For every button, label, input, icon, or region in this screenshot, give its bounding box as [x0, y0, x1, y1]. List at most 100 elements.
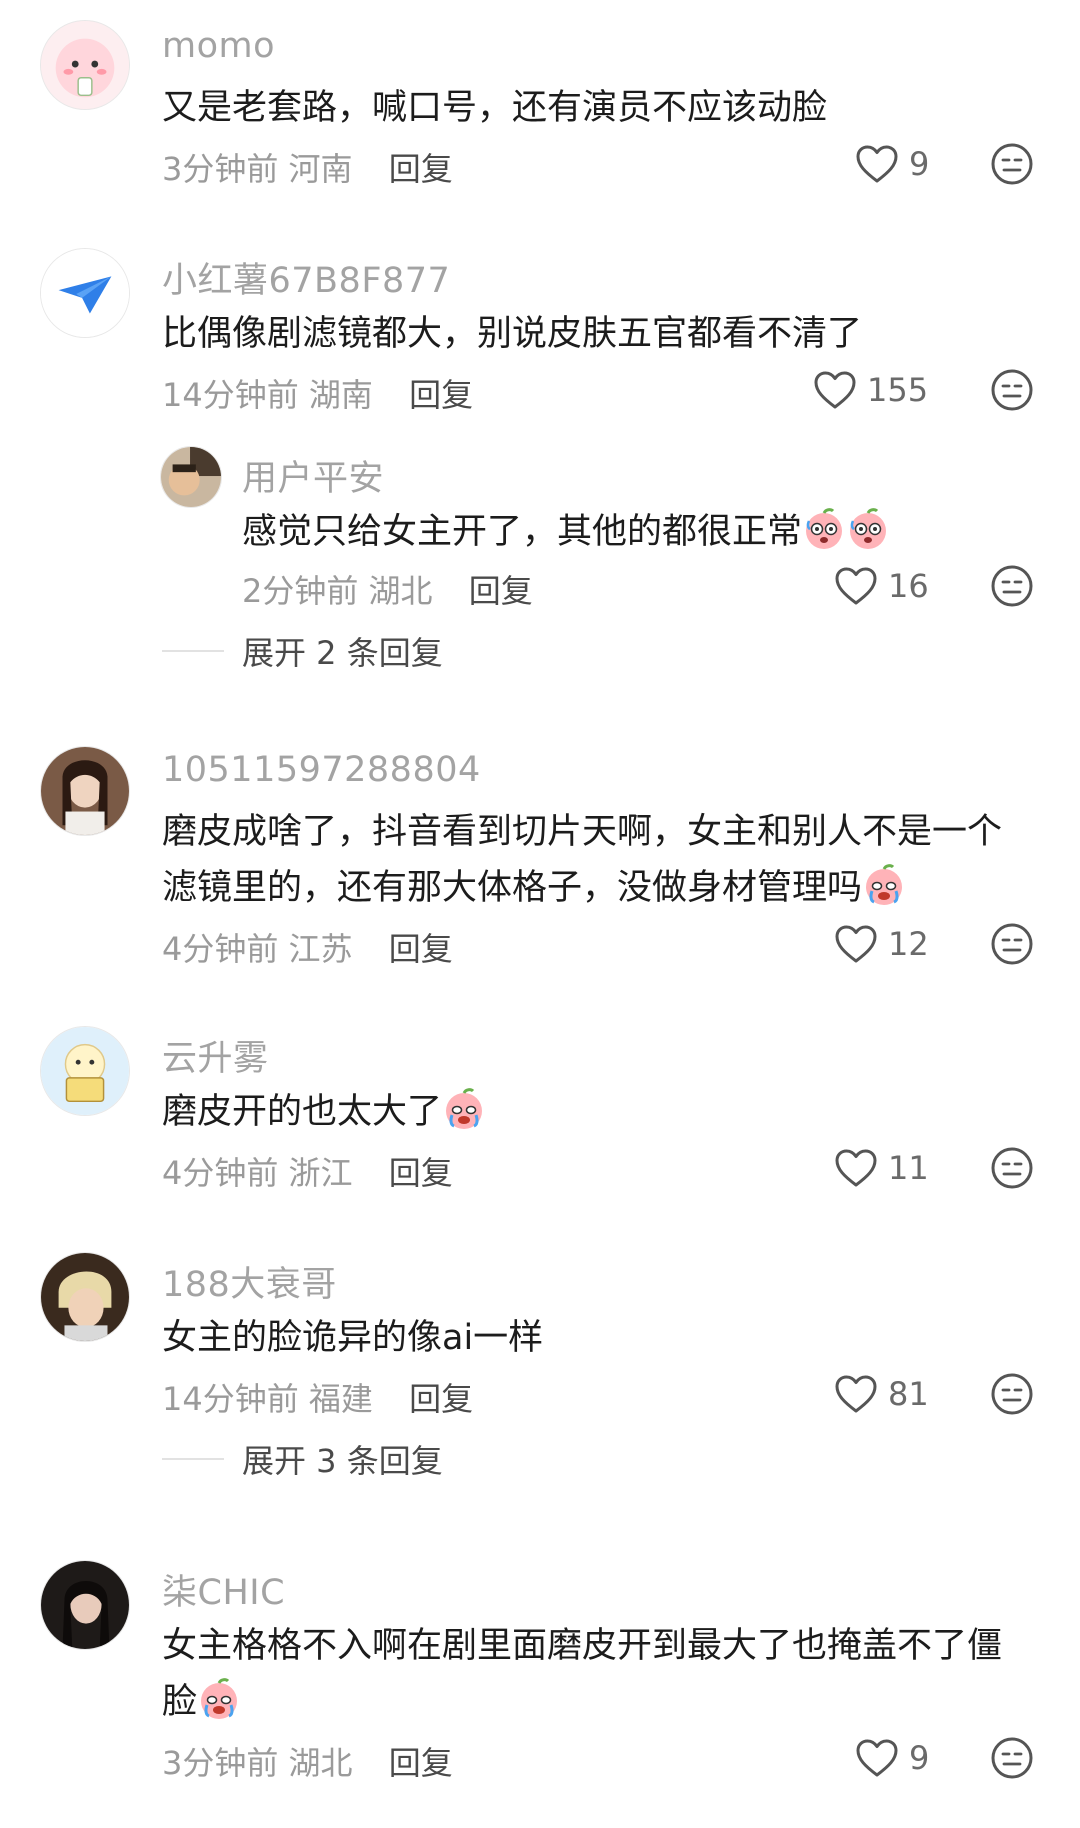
comment-text-line: 又是老套路，喊口号，还有演员不应该动脸	[162, 88, 828, 128]
neutral-face-icon[interactable]	[990, 1736, 1034, 1780]
like-count: 155	[867, 371, 929, 409]
avatar[interactable]	[40, 1252, 130, 1342]
reply-button[interactable]: 回复	[389, 930, 453, 968]
timestamp: 14分钟前	[162, 376, 299, 414]
like-button[interactable]: 16	[834, 564, 929, 608]
crying-peach-emoji	[862, 863, 906, 907]
username[interactable]: momo	[162, 26, 275, 66]
shocked-peach-emoji	[846, 507, 890, 551]
timestamp: 14分钟前	[162, 1380, 299, 1418]
avatar[interactable]	[40, 746, 130, 836]
username[interactable]: 小红薯67B8F877	[162, 252, 450, 303]
comment-text: 女主格格不入啊在剧里面磨皮开到最大了也掩盖不了僵 脸	[162, 1618, 1002, 1730]
photo-avatar	[161, 447, 221, 507]
like-button[interactable]: 11	[834, 1146, 929, 1190]
comment-text-line: 滤镜里的，还有那大体格子，没做身材管理吗	[162, 860, 1002, 916]
like-count: 9	[909, 145, 930, 183]
comment-meta: 2分钟前 湖北 回复	[242, 566, 533, 612]
like-count: 9	[909, 1739, 930, 1777]
comment-meta: 3分钟前 湖北 回复	[162, 1738, 453, 1784]
expand-replies-button[interactable]: 展开 3 条回复	[162, 1436, 443, 1482]
timestamp: 4分钟前	[162, 930, 279, 968]
avatar[interactable]	[40, 1560, 130, 1650]
avatar[interactable]	[40, 1026, 130, 1116]
reply-button[interactable]: 回复	[389, 1154, 453, 1192]
photo-avatar	[41, 747, 129, 835]
neutral-face-icon[interactable]	[990, 564, 1034, 608]
comment-meta: 4分钟前 江苏 回复	[162, 924, 453, 970]
comment-text-line: 磨皮开的也太大了	[162, 1092, 443, 1132]
divider	[162, 1458, 224, 1460]
comment-text: 女主的脸诡异的像ai一样	[162, 1310, 543, 1366]
username[interactable]: 用户平安	[242, 450, 384, 501]
like-count: 12	[888, 925, 929, 963]
comment-meta: 14分钟前 福建 回复	[162, 1374, 473, 1420]
comment-meta: 14分钟前 湖南 回复	[162, 370, 473, 416]
crying-peach-emoji	[197, 1677, 241, 1721]
username[interactable]: 10511597288804	[162, 750, 481, 790]
comment-meta: 4分钟前 浙江 回复	[162, 1148, 453, 1194]
location: 江苏	[288, 930, 353, 968]
comment-text: 磨皮开的也太大了	[162, 1084, 486, 1140]
like-button[interactable]: 81	[834, 1372, 929, 1416]
like-button[interactable]: 9	[855, 142, 929, 186]
location: 河南	[288, 150, 353, 188]
expand-replies-button[interactable]: 展开 2 条回复	[162, 628, 443, 674]
neutral-face-icon[interactable]	[990, 368, 1034, 412]
avatar[interactable]	[160, 446, 222, 508]
username[interactable]: 柒CHIC	[162, 1564, 285, 1615]
heart-outline-icon	[834, 1374, 878, 1414]
like-count: 16	[888, 567, 929, 605]
comment-text-line: 脸	[162, 1674, 1002, 1730]
like-count: 11	[888, 1149, 929, 1187]
timestamp: 3分钟前	[162, 150, 279, 188]
comment-text-line: 女主的脸诡异的像ai一样	[162, 1318, 544, 1358]
comment-text-line: 女主格格不入啊在剧里面磨皮开到最大了也掩盖不了僵	[162, 1626, 1003, 1666]
reply-button[interactable]: 回复	[389, 150, 453, 188]
timestamp: 4分钟前	[162, 1154, 279, 1192]
reply-button[interactable]: 回复	[469, 572, 533, 610]
heart-outline-icon	[855, 144, 899, 184]
location: 福建	[308, 1380, 373, 1418]
comment-text: 感觉只给女主开了，其他的都很正常	[242, 504, 890, 560]
comment-text-line: 磨皮成啥了，抖音看到切片天啊，女主和别人不是一个	[162, 812, 1003, 852]
avatar[interactable]	[40, 248, 130, 338]
neutral-face-icon[interactable]	[990, 1372, 1034, 1416]
heart-outline-icon	[855, 1738, 899, 1778]
photo-avatar	[41, 1253, 129, 1341]
heart-outline-icon	[834, 924, 878, 964]
expand-replies-label: 展开 3 条回复	[242, 1442, 443, 1480]
comment-list: momo 又是老套路，喊口号，还有演员不应该动脸 3分钟前 河南 回复 9 小红…	[0, 0, 1080, 1828]
like-count: 81	[888, 1375, 929, 1413]
comment-meta: 3分钟前 河南 回复	[162, 144, 453, 190]
username[interactable]: 188大衰哥	[162, 1256, 337, 1307]
neutral-face-icon[interactable]	[990, 1146, 1034, 1190]
reply-button[interactable]: 回复	[409, 1380, 473, 1418]
heart-outline-icon	[813, 370, 857, 410]
comment-text: 磨皮成啥了，抖音看到切片天啊，女主和别人不是一个 滤镜里的，还有那大体格子，没做…	[162, 804, 1002, 916]
crying-peach-emoji	[442, 1087, 486, 1131]
like-button[interactable]: 155	[813, 368, 928, 412]
neutral-face-icon[interactable]	[990, 142, 1034, 186]
neutral-face-icon[interactable]	[990, 922, 1034, 966]
like-button[interactable]: 12	[834, 922, 929, 966]
avatar[interactable]	[40, 20, 130, 110]
heart-outline-icon	[834, 1148, 878, 1188]
reply-button[interactable]: 回复	[389, 1744, 453, 1782]
divider	[162, 650, 224, 652]
pink-mascot-avatar	[41, 21, 129, 109]
location: 湖南	[308, 376, 373, 414]
location: 湖北	[288, 1744, 353, 1782]
comment-text: 又是老套路，喊口号，还有演员不应该动脸	[162, 80, 827, 136]
location: 浙江	[288, 1154, 353, 1192]
location: 湖北	[368, 572, 433, 610]
shocked-peach-emoji	[802, 507, 846, 551]
paper-plane-avatar	[41, 249, 129, 337]
username[interactable]: 云升雾	[162, 1030, 269, 1081]
like-button[interactable]: 9	[855, 1736, 929, 1780]
reply-button[interactable]: 回复	[409, 376, 473, 414]
comment-text-line: 比偶像剧滤镜都大，别说皮肤五官都看不清了	[162, 314, 863, 354]
timestamp: 3分钟前	[162, 1744, 279, 1782]
heart-outline-icon	[834, 566, 878, 606]
expand-replies-label: 展开 2 条回复	[242, 634, 443, 672]
